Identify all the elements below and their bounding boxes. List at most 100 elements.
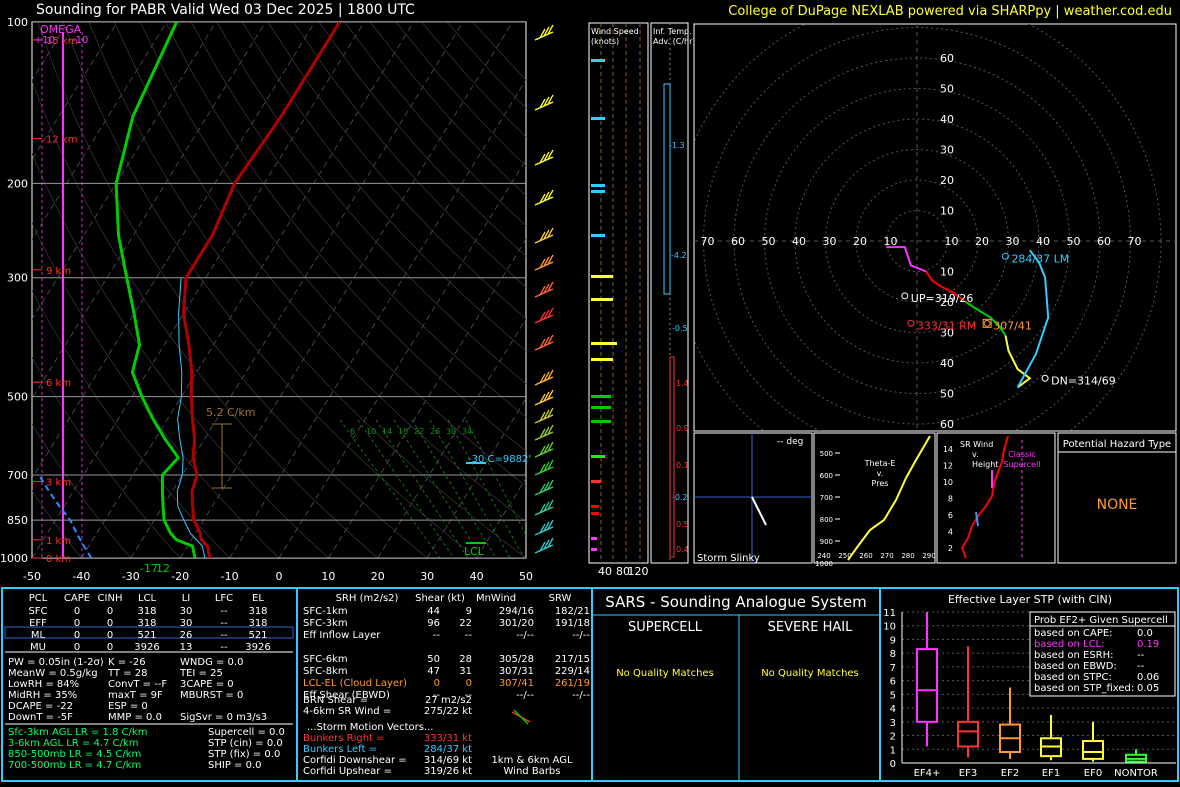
srwind-y-tick: 14 (943, 445, 953, 454)
kinematic-cell: -- (465, 630, 473, 641)
kinematic-cell: 31 (459, 666, 472, 677)
thermo-header: LFC (215, 593, 233, 604)
wind-barb (534, 537, 554, 554)
wind-speed-bar (591, 548, 597, 551)
thermo-index: K = -26 (108, 657, 146, 668)
mixing-ratio-label: 6 (350, 427, 355, 436)
wind-speed-bar (591, 537, 597, 540)
mixing-ratio-label: 22 (414, 427, 424, 436)
thetae-title: Pres (872, 479, 889, 488)
temp-adv-value: 0.1 (676, 461, 689, 470)
lapse-rate-text: 700-500mb LR = 4.7 C/km (8, 760, 141, 771)
credit-text: College of DuPage NEXLAB powered via SHA… (728, 4, 1172, 19)
thetae-x-tick: 270 (880, 552, 893, 560)
wind-speed-bar (591, 505, 599, 508)
temp-adv-value: -4.2 (671, 251, 687, 260)
thermo-header: PCL (29, 593, 48, 604)
dgz-label: -30 C=9882' (468, 454, 531, 465)
temp-adv-value: 0.4 (676, 545, 689, 554)
thetae-title: v. (877, 469, 884, 478)
thermo-index: ESP = 0 (108, 701, 148, 712)
lapse-rate-text: Sfc-3km AGL LR = 1.8 C/km (8, 727, 147, 738)
kinematic-cell: --/-- (572, 630, 590, 641)
wind-speed-bar (591, 395, 611, 398)
srwind-y-tick: 8 (948, 495, 953, 504)
wind-barb (534, 281, 554, 298)
hodo-ring-label: 30 (940, 144, 954, 157)
lcl-label: LCL (464, 545, 485, 558)
temp-tick-label: 10 (321, 570, 335, 583)
stp-legend-label: based on LCL: (1034, 639, 1105, 650)
kinematic-cell: 28 (459, 654, 472, 665)
thermo-index: PW = 0.05in (1-2σ) (8, 657, 104, 668)
barbs-label: 1km & 6km AGL (491, 755, 573, 766)
temp-tick-label: -30 (122, 570, 140, 583)
thermo-cell: 521 (248, 630, 267, 641)
hodo-point-label: 307/41 (993, 319, 1032, 332)
thermo-cell: 30 (180, 606, 193, 617)
stp-box (957, 720, 979, 748)
lapse-rate-label: 5.2 C/km (206, 406, 255, 419)
thetae-y-tick: 800 (820, 516, 833, 524)
thermo-cell: SFC (28, 606, 47, 617)
temp-adv-value: 0.5 (676, 520, 689, 529)
hodo-point-label: UP=319/26 (911, 292, 974, 305)
wind-speed-bar (591, 342, 617, 345)
lapse-rate-text: 850-500mb LR = 4.5 C/km (8, 749, 141, 760)
pressure-tick-label: 850 (7, 514, 28, 527)
kinematic-row-label: LCL-EL (Cloud Layer) (303, 678, 407, 689)
stp-legend-title: Prob EF2+ Given Supercell (1034, 615, 1168, 626)
brn-value: 27 m2/s2 (425, 695, 472, 706)
pressure-tick-label: 700 (7, 469, 28, 482)
hazard-panel: Potential Hazard Type NONE (1057, 432, 1177, 564)
wind-speed-bar (591, 512, 599, 515)
kinematic-cell: 96 (427, 618, 440, 629)
wind-speed-bar (591, 234, 605, 237)
thermo-header: LI (182, 593, 191, 604)
stp-category: EF2 (1001, 768, 1019, 779)
stp-legend-value: 0.05 (1137, 683, 1159, 694)
brn-label: BRN Shear = (303, 695, 368, 706)
kinematic-cell: 9 (466, 606, 472, 617)
wind-barb (534, 369, 554, 386)
temp-tick-label: 50 (519, 570, 533, 583)
srwind-value: 275/22 kt (424, 706, 472, 717)
stp-legend-value: 0.0 (1137, 628, 1153, 639)
storm-motion-value: 314/69 kt (424, 755, 472, 766)
hodo-ring-label: 40 (792, 235, 806, 248)
pressure-tick-label: 200 (7, 177, 28, 190)
hodo-ring-label: 10 (884, 235, 898, 248)
height-label: 6 km (46, 378, 71, 389)
thermo-header: EL (252, 593, 264, 604)
hodo-ring-label: 60 (1097, 235, 1111, 248)
wind-barb (534, 254, 554, 271)
kinematic-cell: -- (433, 630, 441, 641)
thermo-cell: 26 (180, 630, 193, 641)
hodo-ring-label: 30 (823, 235, 837, 248)
pressure-tick-label: 100 (7, 16, 28, 29)
hodo-point-label: DN=314/69 (1051, 374, 1116, 387)
sounding-display: 100 200 300 500 700 850 1000 0 km 1 km 3 km 6 km 9 … (0, 0, 1180, 783)
stp-box (916, 648, 938, 723)
composite-text: SHIP = 0.0 (208, 760, 262, 771)
wind-barb (534, 149, 554, 166)
thermo-cell: -- (220, 606, 228, 617)
lapse-rate-text: 3-6km AGL LR = 4.7 C/km (8, 738, 138, 749)
wind-barb (534, 407, 554, 424)
theta-e-panel: 5006007008009001000240 250 260 270 280 290The… (813, 432, 936, 568)
stp-y-tick: 8 (890, 649, 896, 660)
storm-motion-label: Corfidi Upshear = (303, 766, 392, 777)
thermo-index: LowRH = 84% (8, 679, 79, 690)
wind-speed-bar (591, 117, 605, 120)
sars-title: SARS - Sounding Analogue System (605, 593, 866, 611)
kinematic-header: SRH (m2/s2) (336, 593, 399, 604)
wind-speed-bar (591, 455, 605, 458)
temp-tick-label: 20 (371, 570, 385, 583)
thermo-cell: 13 (180, 642, 193, 653)
wind-speed-bar (591, 420, 611, 423)
srwind-title: v. (972, 450, 979, 459)
thermo-cell: 318 (137, 606, 156, 617)
height-label: 3 km (46, 478, 71, 489)
thermo-index: DCAPE = -22 (8, 701, 73, 712)
kinematic-cell: 301/20 (499, 618, 534, 629)
